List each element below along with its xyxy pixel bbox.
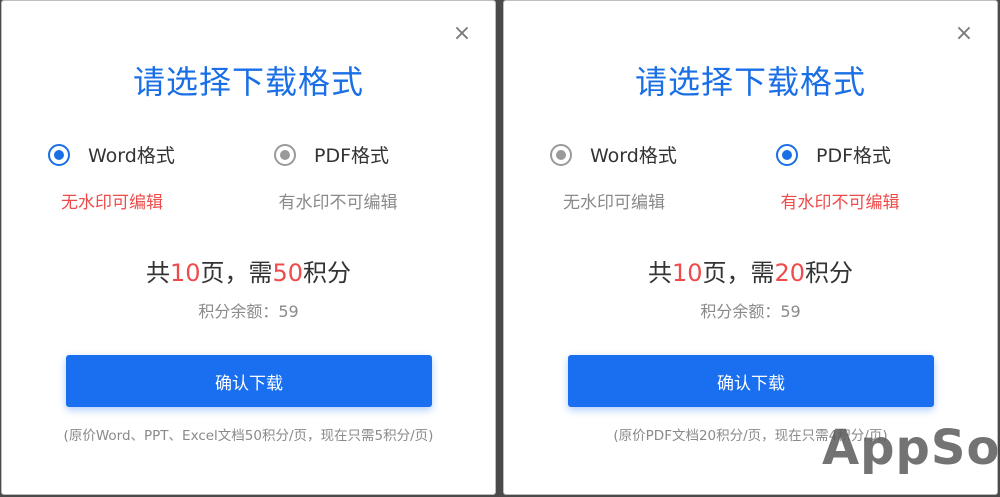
price-footnote: (原价Word、PPT、Excel文档50积分/页，现在只需5积分/页): [63, 428, 434, 444]
pdf-format-option[interactable]: PDF格式: [776, 141, 891, 168]
points-required: 50: [272, 259, 304, 287]
summary-prefix: 共: [647, 259, 672, 287]
summary-suffix: 积分: [303, 259, 352, 287]
word-format-label: Word格式: [88, 145, 175, 167]
summary-suffix: 积分: [805, 259, 854, 287]
radio-selected-icon[interactable]: [776, 143, 798, 166]
pdf-format-label: PDF格式: [314, 145, 390, 167]
word-format-note: 无水印可编辑: [61, 193, 163, 213]
confirm-download-button[interactable]: 确认下载: [568, 355, 934, 407]
points-balance: 积分余额：59: [198, 302, 299, 321]
cost-summary: 共10页，需20积分: [504, 253, 997, 288]
word-format-option[interactable]: Word格式: [48, 141, 175, 168]
points-balance: 积分余额：59: [700, 302, 801, 321]
confirm-download-button[interactable]: 确认下载: [66, 355, 432, 407]
summary-mid: 页，需: [200, 259, 273, 287]
summary-mid: 页，需: [702, 259, 775, 287]
pdf-format-note: 有水印不可编辑: [780, 193, 900, 213]
word-format-option[interactable]: Word格式: [550, 141, 677, 168]
radio-selected-icon[interactable]: [48, 143, 70, 166]
word-format-note: 无水印可编辑: [563, 193, 665, 213]
radio-unselected-icon[interactable]: [550, 143, 572, 166]
radio-unselected-icon[interactable]: [274, 143, 296, 166]
cost-summary: 共10页，需50积分: [2, 253, 495, 288]
pdf-format-note: 有水印不可编辑: [278, 193, 398, 213]
summary-prefix: 共: [145, 259, 170, 287]
download-format-dialog-word: × 请选择下载格式 Word格式 PDF格式 无水印可编辑 有水印不可编辑 共1…: [1, 0, 496, 495]
download-format-dialog-pdf: × 请选择下载格式 Word格式 PDF格式 无水印可编辑 有水印不可编辑 共1…: [503, 0, 998, 495]
dialog-title: 请选择下载格式: [634, 63, 866, 101]
pdf-format-label: PDF格式: [816, 145, 892, 167]
price-footnote: (原价PDF文档20积分/页，现在只需4积分/页): [613, 428, 888, 444]
points-required: 20: [774, 259, 806, 287]
word-format-label: Word格式: [590, 145, 677, 167]
page-count: 10: [671, 259, 703, 287]
pdf-format-option[interactable]: PDF格式: [274, 141, 389, 168]
page-count: 10: [169, 259, 201, 287]
close-icon[interactable]: ×: [451, 23, 473, 45]
dialog-title: 请选择下载格式: [132, 63, 364, 101]
close-icon[interactable]: ×: [953, 23, 975, 45]
